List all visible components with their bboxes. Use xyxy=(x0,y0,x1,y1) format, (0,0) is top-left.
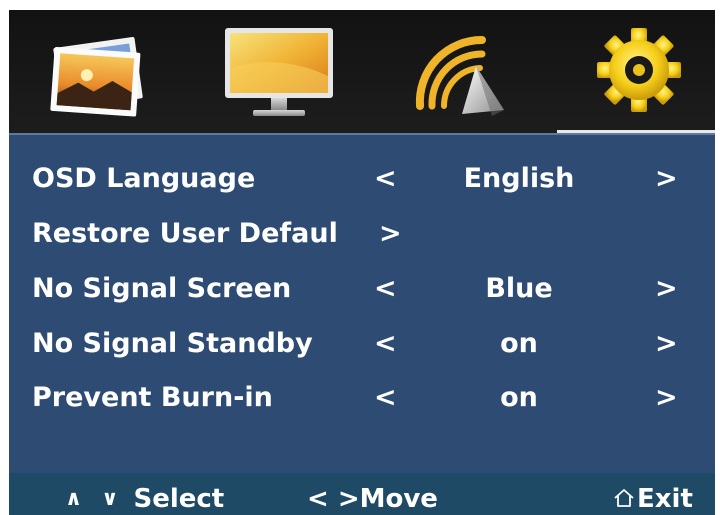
enter-arrow[interactable]: > xyxy=(379,218,402,249)
help-bar: ∧ ∨ Select < >Move Exit xyxy=(9,473,715,515)
menu-row-label: No Signal Standby xyxy=(32,328,313,359)
move-hint-label: Move xyxy=(359,484,438,514)
increment-arrow[interactable]: > xyxy=(655,328,678,359)
tab-audio[interactable] xyxy=(404,18,524,126)
gear-icon xyxy=(597,28,681,112)
picture-icon xyxy=(50,36,143,117)
select-hint: ∧ ∨ Select xyxy=(65,484,224,514)
menu-row-label: Restore User Defaul xyxy=(32,218,338,249)
left-right-icon: < > xyxy=(307,484,360,514)
decrement-arrow[interactable]: < xyxy=(374,382,397,413)
menu-row-value: on xyxy=(500,382,538,413)
home-icon xyxy=(614,489,634,507)
decrement-arrow[interactable]: < xyxy=(374,163,397,194)
menu-row-value: Blue xyxy=(485,273,553,304)
move-hint: < >Move xyxy=(307,484,438,514)
menu-row-label: Prevent Burn-in xyxy=(32,382,273,413)
select-hint-label: Select xyxy=(133,484,225,514)
osd-menu: OSD Language < English > Restore User De… xyxy=(9,10,715,515)
tab-picture[interactable] xyxy=(39,18,159,126)
menu-row-no-signal-screen[interactable]: No Signal Screen < Blue > xyxy=(9,261,715,315)
menu-row-osd-language[interactable]: OSD Language < English > xyxy=(9,151,715,205)
menu-row-value: on xyxy=(500,328,538,359)
increment-arrow[interactable]: > xyxy=(655,163,678,194)
tab-settings[interactable] xyxy=(579,18,699,126)
menu-row-no-signal-standby[interactable]: No Signal Standby < on > xyxy=(9,316,715,370)
exit-hint-label: Exit xyxy=(637,484,693,514)
up-down-icon: ∧ ∨ xyxy=(65,486,125,510)
divider xyxy=(9,133,715,135)
menu-row-label: No Signal Screen xyxy=(32,273,292,304)
monitor-icon xyxy=(225,28,333,116)
speaker-icon xyxy=(415,35,504,116)
increment-arrow[interactable]: > xyxy=(655,382,678,413)
menu-row-prevent-burn-in[interactable]: Prevent Burn-in < on > xyxy=(9,370,715,424)
tab-bar xyxy=(9,10,715,134)
decrement-arrow[interactable]: < xyxy=(374,328,397,359)
increment-arrow[interactable]: > xyxy=(655,273,678,304)
menu-row-value: English xyxy=(463,163,575,194)
menu-row-label: OSD Language xyxy=(32,163,256,194)
exit-hint[interactable]: Exit xyxy=(613,484,693,514)
menu-row-restore-user-default[interactable]: Restore User Defaul > xyxy=(9,206,715,260)
tab-display[interactable] xyxy=(219,18,339,126)
decrement-arrow[interactable]: < xyxy=(374,273,397,304)
